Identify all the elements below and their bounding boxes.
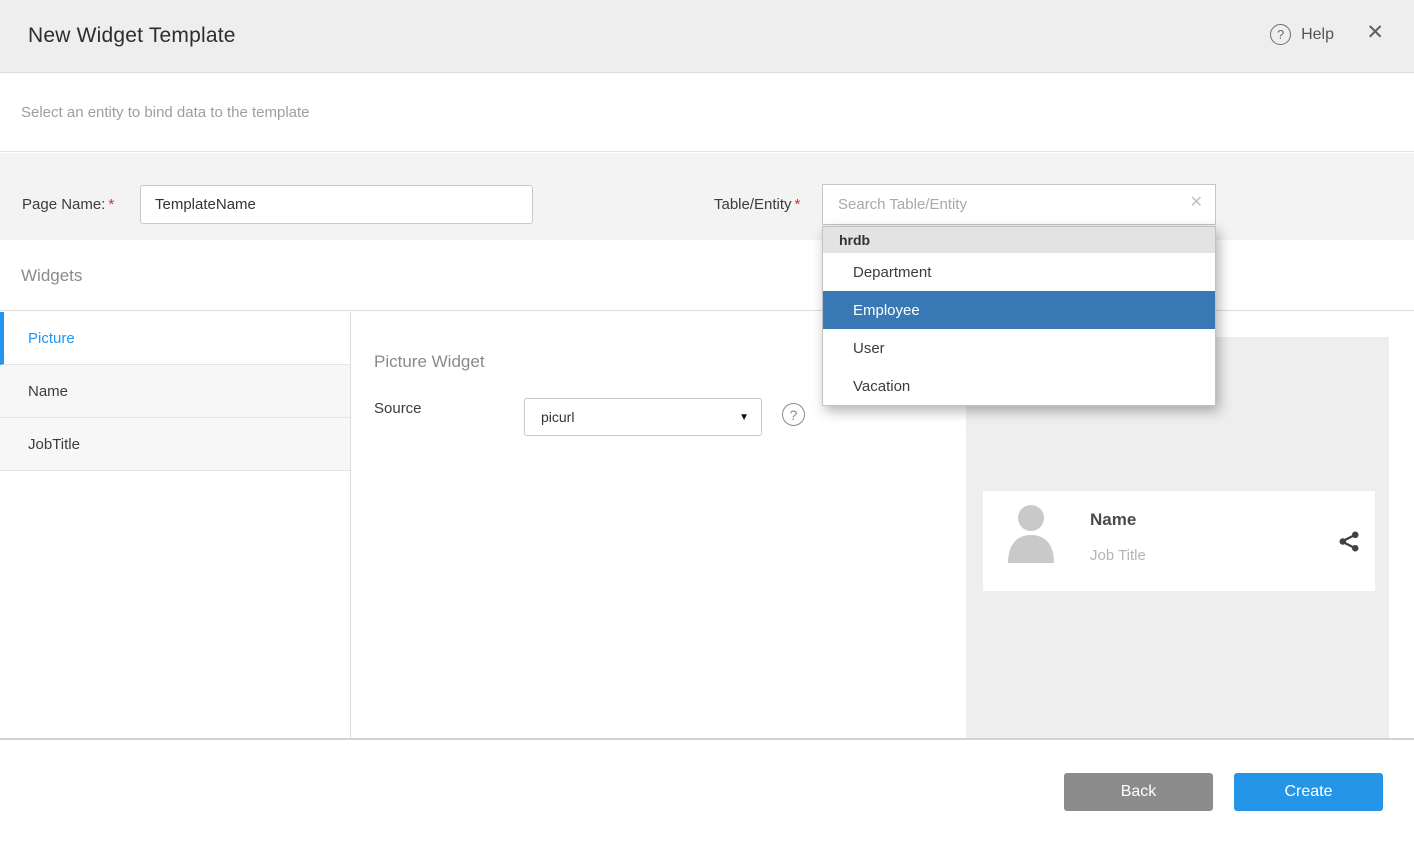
widgets-section-title: Widgets <box>21 266 82 286</box>
preview-name-text: Name <box>1090 510 1136 530</box>
source-select-value: picurl <box>541 409 574 425</box>
page-name-label: Page Name:* <box>22 196 114 213</box>
table-entity-label: Table/Entity* <box>714 196 800 213</box>
share-icon[interactable] <box>1338 530 1361 558</box>
clear-search-icon[interactable]: ✕ <box>1190 195 1203 211</box>
back-button[interactable]: Back <box>1064 773 1213 811</box>
dropdown-item-vacation[interactable]: Vacation <box>823 367 1215 405</box>
person-avatar-icon <box>1005 501 1057 568</box>
sidebar-item-picture[interactable]: Picture <box>0 312 350 365</box>
dropdown-item-employee[interactable]: Employee <box>823 291 1215 329</box>
help-icon: ? <box>1270 24 1291 45</box>
preview-card: Name Job Title <box>983 491 1375 591</box>
source-select[interactable]: picurl ▼ <box>524 398 762 436</box>
source-label: Source <box>374 400 422 417</box>
table-entity-search-box: ✕ <box>822 184 1216 225</box>
help-button[interactable]: ? Help <box>1270 24 1334 45</box>
dialog-header: New Widget Template ? Help ✕ <box>0 0 1414 73</box>
source-help-icon[interactable]: ? <box>782 403 805 426</box>
dropdown-item-department[interactable]: Department <box>823 253 1215 291</box>
chevron-down-icon: ▼ <box>739 412 749 423</box>
table-entity-search-input[interactable] <box>823 185 1215 224</box>
preview-jobtitle-text: Job Title <box>1090 547 1146 564</box>
page-title: New Widget Template <box>28 24 236 48</box>
footer-divider <box>0 738 1414 740</box>
close-icon[interactable]: ✕ <box>1366 22 1384 43</box>
dropdown-item-user[interactable]: User <box>823 329 1215 367</box>
sidebar-item-name[interactable]: Name <box>0 365 350 418</box>
page-name-label-text: Page Name: <box>22 196 105 213</box>
subtitle-bar: Select an entity to bind data to the tem… <box>0 74 1414 152</box>
help-label: Help <box>1301 26 1334 44</box>
required-asterisk: * <box>795 196 801 213</box>
sidebar-item-jobtitle[interactable]: JobTitle <box>0 418 350 471</box>
widget-panel-title: Picture Widget <box>374 352 485 372</box>
entity-dropdown: hrdb Department Employee User Vacation <box>822 226 1216 406</box>
widgets-sidebar: Picture Name JobTitle <box>0 312 351 738</box>
page-name-input[interactable] <box>140 185 533 224</box>
required-asterisk: * <box>108 196 114 213</box>
dropdown-group-header: hrdb <box>823 227 1215 253</box>
table-entity-label-text: Table/Entity <box>714 196 792 213</box>
subtitle-text: Select an entity to bind data to the tem… <box>21 104 310 121</box>
create-button[interactable]: Create <box>1234 773 1383 811</box>
